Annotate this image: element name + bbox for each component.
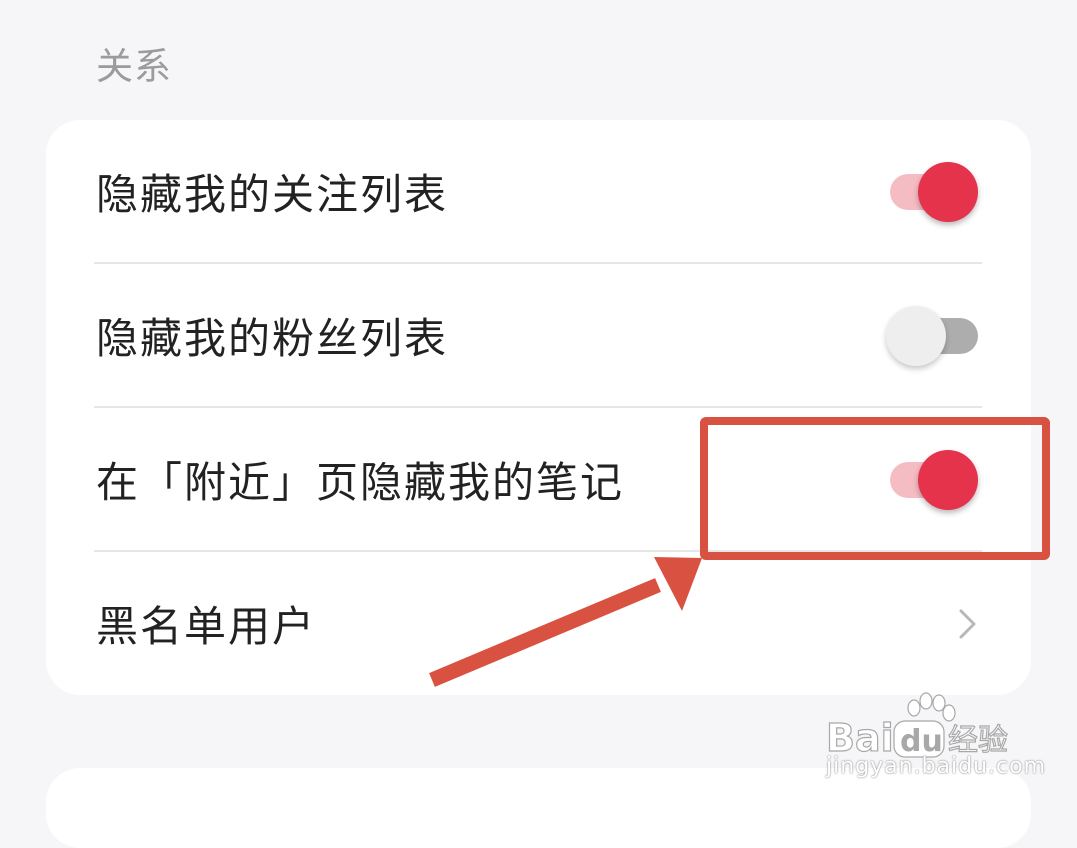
hide-followers-toggle[interactable] bbox=[886, 305, 982, 366]
section-title: 关系 bbox=[96, 45, 172, 88]
setting-label-hide-notes-nearby: 在「附近」页隐藏我的笔记 bbox=[96, 458, 625, 507]
toggle-knob bbox=[918, 161, 978, 222]
setting-row-hide-following[interactable]: 隐藏我的关注列表 bbox=[96, 120, 982, 263]
svg-text:经验: 经验 bbox=[948, 723, 1008, 758]
hide-following-toggle[interactable] bbox=[886, 161, 982, 222]
chevron-right-icon[interactable] bbox=[952, 604, 982, 644]
setting-label-hide-followers: 隐藏我的粉丝列表 bbox=[96, 314, 449, 363]
annotation-arrow-icon bbox=[429, 557, 702, 687]
toggle-knob bbox=[886, 305, 946, 366]
setting-label-hide-following: 隐藏我的关注列表 bbox=[96, 170, 449, 219]
setting-label-blacklist: 黑名单用户 bbox=[96, 602, 317, 651]
annotation-highlight-box bbox=[700, 417, 1050, 560]
setting-row-hide-followers[interactable]: 隐藏我的粉丝列表 bbox=[96, 264, 982, 407]
watermark-url: jingyan.baidu.com bbox=[826, 754, 1047, 779]
